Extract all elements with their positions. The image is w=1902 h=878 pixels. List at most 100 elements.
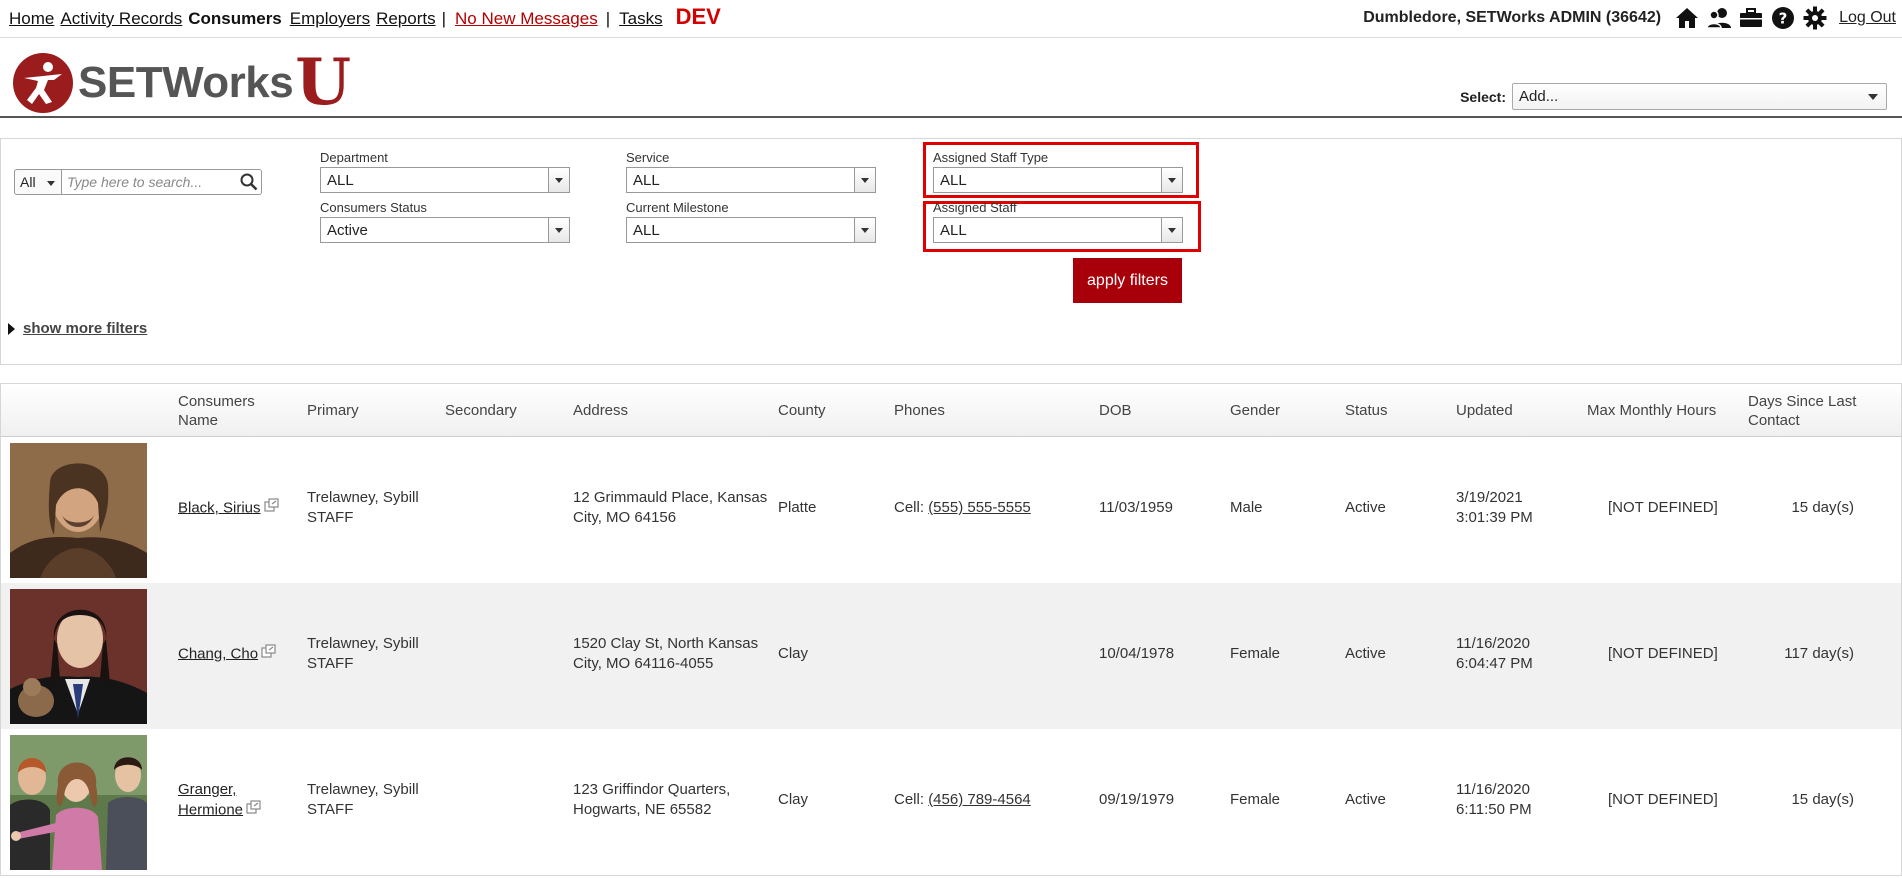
primary-staff-cell: Trelawney, Sybill STAFF [307, 488, 419, 528]
add-select-dropdown[interactable]: Add... [1512, 83, 1887, 110]
days-since-contact-cell: 15 day(s) [1791, 499, 1854, 516]
nav-reports-link[interactable]: Reports [376, 9, 436, 29]
external-link-icon[interactable] [246, 800, 261, 821]
col-header-county[interactable]: County [778, 401, 826, 420]
dob-cell: 09/19/1979 [1099, 791, 1175, 808]
gender-cell: Female [1230, 645, 1281, 662]
consumer-photo[interactable] [10, 443, 147, 578]
consumers-status-filter: Consumers Status Active [320, 200, 570, 243]
consumers-status-select[interactable]: Active [320, 217, 570, 243]
top-navigation: Home Activity Records Consumers Employer… [0, 0, 1902, 38]
assigned-staff-type-label: Assigned Staff Type [933, 150, 1049, 165]
primary-staff-role: STAFF [307, 655, 354, 672]
help-icon[interactable]: ? [1769, 4, 1797, 32]
search-icon[interactable] [240, 173, 258, 196]
users-icon[interactable] [1705, 4, 1733, 32]
primary-staff-role: STAFF [307, 801, 354, 818]
updated-cell: 3/19/2021 3:01:39 PM [1456, 488, 1533, 528]
chevron-down-icon [854, 218, 875, 242]
search-bar: All [14, 169, 262, 195]
logout-link[interactable]: Log Out [1839, 9, 1896, 27]
home-icon[interactable] [1673, 4, 1701, 32]
col-header-dob[interactable]: DOB [1099, 401, 1132, 420]
logo-figure-icon [13, 53, 73, 113]
consumer-name-link[interactable]: Granger, Hermione [178, 781, 243, 818]
table-row: Granger, Hermione Trelawney, Sybill STAF… [1, 729, 1901, 875]
department-select[interactable]: ALL [320, 167, 570, 193]
status-cell: Active [1345, 645, 1386, 662]
current-user-label: Dumbledore, SETWorks ADMIN (36642) [1363, 9, 1662, 26]
days-since-contact-cell: 15 day(s) [1791, 791, 1854, 808]
table-header: Consumers Name Primary Secondary Address… [1, 384, 1901, 437]
external-link-icon[interactable] [261, 644, 276, 665]
address-cell: 123 Griffindor Quarters, Hogwarts, NE 65… [573, 781, 731, 818]
nav-tasks-link[interactable]: Tasks [619, 9, 662, 29]
assigned-staff-type-select[interactable]: ALL [933, 167, 1183, 193]
consumer-photo[interactable] [10, 589, 147, 724]
col-header-address[interactable]: Address [573, 401, 628, 420]
col-header-primary[interactable]: Primary [307, 401, 359, 420]
max-monthly-hours-cell: [NOT DEFINED] [1608, 791, 1718, 808]
phone-link[interactable]: (456) 789-4564 [928, 791, 1031, 808]
updated-cell: 11/16/2020 6:04:47 PM [1456, 634, 1533, 674]
col-header-status[interactable]: Status [1345, 401, 1388, 420]
col-header-updated[interactable]: Updated [1456, 401, 1513, 420]
service-filter: Service ALL [626, 150, 876, 193]
nav-employers-link[interactable]: Employers [290, 9, 370, 29]
search-scope-value: All [20, 174, 36, 190]
nav-links: Home Activity Records Consumers Employer… [9, 4, 721, 29]
chevron-down-icon [548, 168, 569, 192]
col-header-phones[interactable]: Phones [894, 401, 945, 420]
department-value: ALL [327, 172, 354, 189]
nav-activity-records-link[interactable]: Activity Records [60, 9, 182, 29]
phone-link[interactable]: (555) 555-5555 [928, 499, 1031, 516]
county-cell: Platte [778, 499, 817, 516]
updated-date: 11/16/2020 [1456, 781, 1530, 798]
add-select-value: Add... [1519, 88, 1559, 105]
add-select-area: Select: Add... [1460, 83, 1887, 110]
nav-messages-link[interactable]: No New Messages [455, 9, 598, 29]
col-header-name[interactable]: Consumers Name [178, 392, 268, 430]
consumer-name-cell: Granger, Hermione [178, 780, 276, 821]
max-monthly-hours-cell: [NOT DEFINED] [1608, 645, 1718, 662]
service-select[interactable]: ALL [626, 167, 876, 193]
table-row: Black, Sirius Trelawney, Sybill STAFF 12… [1, 437, 1901, 583]
assigned-staff-select[interactable]: ALL [933, 217, 1183, 243]
apply-filters-button[interactable]: apply filters [1073, 258, 1182, 303]
service-label: Service [626, 150, 670, 165]
max-monthly-hours-cell: [NOT DEFINED] [1608, 499, 1718, 516]
col-header-days-since-contact[interactable]: Days Since Last Contact [1748, 392, 1868, 430]
assigned-staff-type-filter: Assigned Staff Type ALL [933, 150, 1183, 193]
show-more-filters-toggle[interactable]: show more filters [8, 320, 147, 337]
department-filter: Department ALL [320, 150, 570, 193]
caret-right-icon [8, 322, 15, 335]
chevron-down-icon [548, 218, 569, 242]
search-input[interactable] [62, 169, 262, 195]
gear-icon[interactable] [1801, 4, 1829, 32]
environment-badge: DEV [675, 4, 721, 29]
primary-staff-cell: Trelawney, Sybill STAFF [307, 780, 419, 820]
phones-cell: Cell: (456) 789-4564 [894, 790, 1031, 810]
briefcase-icon[interactable] [1737, 4, 1765, 32]
phone-type: Cell: [894, 499, 925, 516]
consumer-name-link[interactable]: Black, Sirius [178, 499, 261, 516]
current-milestone-value: ALL [633, 222, 660, 239]
consumer-name-link[interactable]: Chang, Cho [178, 645, 258, 662]
updated-time: 6:04:47 PM [1456, 655, 1533, 672]
nav-consumers-current[interactable]: Consumers [188, 9, 282, 29]
assigned-staff-value: ALL [940, 222, 967, 239]
setworks-logo[interactable]: SETWorks U [12, 51, 351, 115]
col-header-max-monthly-hours[interactable]: Max Monthly Hours [1587, 401, 1716, 420]
consumers-status-value: Active [327, 222, 368, 239]
search-scope-dropdown[interactable]: All [14, 169, 62, 195]
nav-home-link[interactable]: Home [9, 9, 54, 29]
consumers-table: Consumers Name Primary Secondary Address… [0, 383, 1902, 876]
current-milestone-select[interactable]: ALL [626, 217, 876, 243]
consumer-photo[interactable] [10, 735, 147, 870]
col-header-secondary[interactable]: Secondary [445, 401, 517, 420]
col-header-gender[interactable]: Gender [1230, 401, 1280, 420]
external-link-icon[interactable] [263, 498, 279, 519]
service-value: ALL [633, 172, 660, 189]
nav-separator: | [605, 9, 611, 28]
chevron-down-icon [1868, 94, 1878, 100]
